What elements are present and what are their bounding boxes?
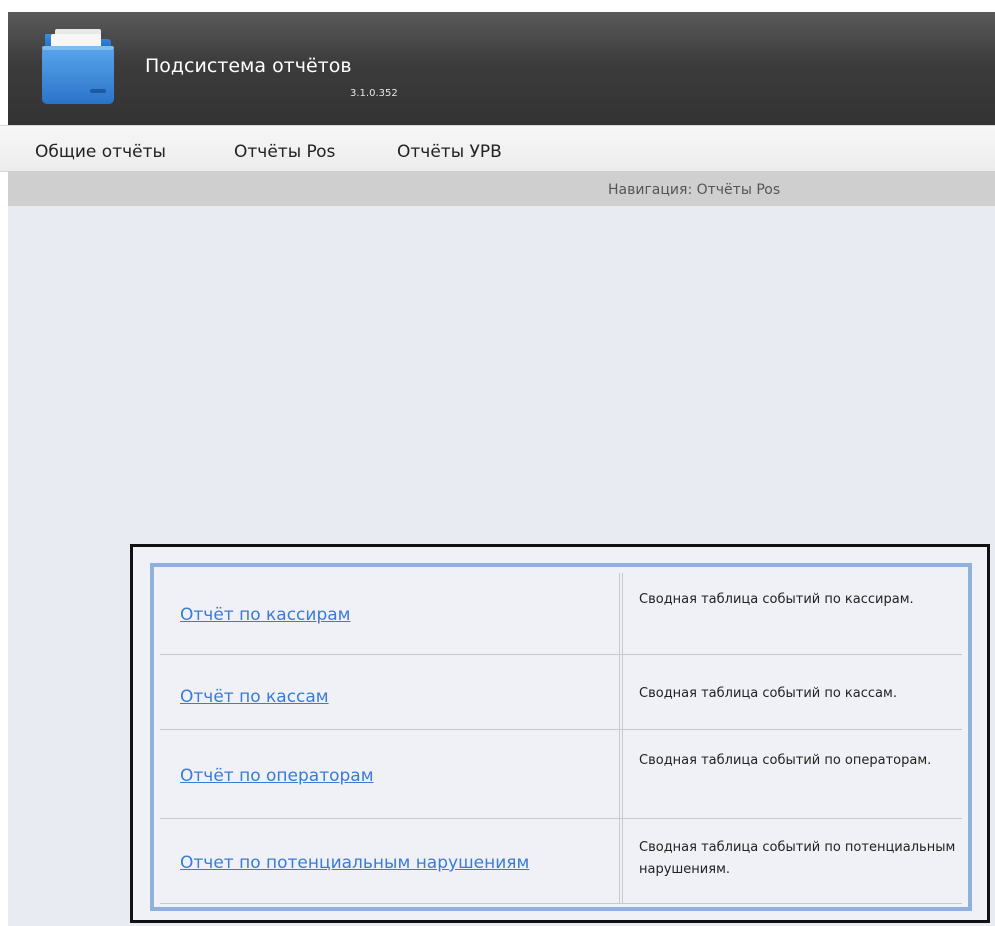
report-name-cell: Отчёт по кассам xyxy=(160,655,620,729)
table-row: Отчёт по кассирам Сводная таблица событи… xyxy=(160,573,962,655)
report-link-potential-violations[interactable]: Отчет по потенциальным нарушениям xyxy=(180,853,529,873)
menu-item-urv-reports[interactable]: Отчёты УРВ xyxy=(397,142,502,162)
table-row: Отчёт по операторам Сводная таблица собы… xyxy=(160,730,962,819)
report-description-cell: Сводная таблица событий по потенциальным… xyxy=(622,819,963,903)
report-link-registers[interactable]: Отчёт по кассам xyxy=(180,687,329,707)
report-link-operators[interactable]: Отчёт по операторам xyxy=(180,766,374,786)
report-description: Сводная таблица событий по кассам. xyxy=(639,686,897,701)
breadcrumb-bar: Навигация: Отчёты Pos xyxy=(8,171,995,206)
main-menu: Общие отчёты Отчёты Pos Отчёты УРВ xyxy=(0,125,995,172)
report-link-cashiers[interactable]: Отчёт по кассирам xyxy=(180,605,350,625)
app-title: Подсистема отчётов xyxy=(145,55,352,77)
report-description: Сводная таблица событий по операторам. xyxy=(639,753,932,768)
report-description-cell: Сводная таблица событий по кассам. xyxy=(622,655,963,729)
app-version: 3.1.0.352 xyxy=(350,88,398,99)
report-name-cell: Отчет по потенциальным нарушениям xyxy=(160,819,620,903)
report-description-cell: Сводная таблица событий по операторам. xyxy=(622,730,963,818)
report-description: Сводная таблица событий по кассирам. xyxy=(639,592,914,607)
report-name-cell: Отчёт по кассирам xyxy=(160,573,620,654)
table-row: Отчет по потенциальным нарушениям Сводна… xyxy=(160,819,962,904)
table-row: Отчёт по кассам Сводная таблица событий … xyxy=(160,655,962,730)
report-description-cell: Сводная таблица событий по кассирам. xyxy=(622,573,963,654)
report-name-cell: Отчёт по операторам xyxy=(160,730,620,818)
folder-icon xyxy=(42,29,114,104)
menu-item-general-reports[interactable]: Общие отчёты xyxy=(35,142,166,162)
report-description: Сводная таблица событий по потенциальным… xyxy=(639,840,956,877)
breadcrumb: Навигация: Отчёты Pos xyxy=(608,182,781,198)
reports-table: Отчёт по кассирам Сводная таблица событи… xyxy=(150,563,972,911)
menu-item-pos-reports[interactable]: Отчёты Pos xyxy=(234,142,335,162)
